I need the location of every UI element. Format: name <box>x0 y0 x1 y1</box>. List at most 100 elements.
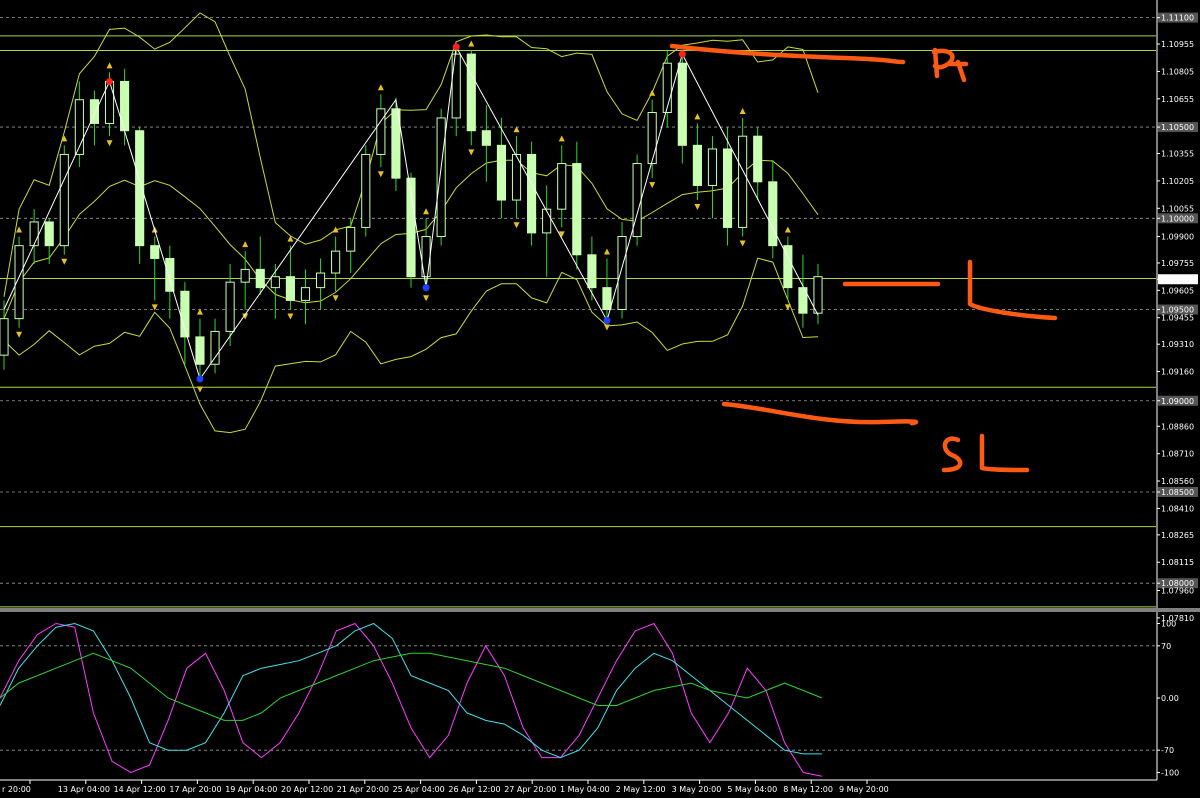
swing-point-marker <box>603 316 611 324</box>
price-tick-label: 1.11100 <box>1161 14 1194 23</box>
candle-body <box>346 226 356 252</box>
price-tick-label: 1.09666 <box>1161 275 1194 284</box>
price-tick-label: 1.08710 <box>1161 450 1194 459</box>
fractal-up-arrow <box>784 226 791 233</box>
fractal-down-arrow <box>106 140 113 147</box>
fractal-down-arrow <box>287 313 294 320</box>
fractal-up-arrow <box>739 107 746 114</box>
fractal-down-arrow <box>649 182 656 189</box>
candle-body <box>602 287 612 311</box>
price-tick-label: 1.09900 <box>1161 233 1194 242</box>
time-tick-label: 26 Apr 12:00 <box>448 785 500 794</box>
panel-separator <box>0 608 1200 612</box>
time-tick-label: 17 Apr 20:00 <box>169 785 221 794</box>
candle-body <box>481 130 491 146</box>
time-tick-label: 3 May 20:00 <box>672 785 722 794</box>
oscillator-line-0 <box>0 622 823 777</box>
time-tick-label: 19 Apr 04:00 <box>225 785 277 794</box>
candle-body <box>572 163 582 256</box>
price-tick-label: 1.09000 <box>1161 397 1194 406</box>
price-tick-label: 1.07960 <box>1161 587 1194 596</box>
fractal-down-arrow <box>332 295 339 302</box>
fractal-down-arrow <box>739 240 746 247</box>
candle-body <box>255 268 265 289</box>
price-tick-label: 1.08500 <box>1161 488 1194 497</box>
candle-body <box>210 330 220 365</box>
price-tick-label: 1.10655 <box>1161 95 1194 104</box>
fractal-down-arrow <box>603 324 610 331</box>
time-tick-label: 25 Apr 04:00 <box>393 785 445 794</box>
time-tick-label: 9 May 20:00 <box>839 785 889 794</box>
annotation-PT-glyph <box>931 47 969 83</box>
candle-body <box>496 144 507 201</box>
swing-point-marker <box>452 43 460 51</box>
oscillator-line-2 <box>0 652 823 721</box>
candle-body <box>542 208 552 234</box>
price-tick-label: 1.10955 <box>1161 40 1194 49</box>
time-tick-label: 13 Apr 04:00 <box>58 785 110 794</box>
price-tick-label: 1.10000 <box>1161 214 1194 223</box>
candle-body <box>707 148 718 186</box>
candle-body <box>617 236 627 311</box>
fractal-up-arrow <box>377 84 384 91</box>
candle-body <box>436 117 446 238</box>
oscillator-tick-label: -70 <box>1161 746 1174 755</box>
time-tick-label: 2 May 12:00 <box>616 785 666 794</box>
swing-point-marker <box>422 284 430 292</box>
price-tick-label: 1.08560 <box>1161 477 1194 486</box>
take-profit-stroke <box>669 43 906 65</box>
oscillator-line-1 <box>0 622 822 759</box>
swing-point-marker <box>678 50 686 58</box>
candle-body <box>722 148 733 228</box>
price-tick-label: 1.10355 <box>1161 150 1194 159</box>
candle-body <box>753 135 763 183</box>
candle-body <box>466 53 476 132</box>
candle-body <box>0 318 9 356</box>
candle-body <box>677 62 687 146</box>
time-tick-label: 20 Apr 12:00 <box>281 785 333 794</box>
candle-body <box>587 254 597 289</box>
fractal-up-arrow <box>242 241 249 248</box>
price-tick-label: 1.09455 <box>1161 314 1194 323</box>
oscillator-panel[interactable] <box>0 622 1156 777</box>
fractal-up-arrow <box>649 89 656 96</box>
candle-body <box>195 336 205 365</box>
fractal-down-arrow <box>513 222 520 229</box>
candle-body <box>527 153 537 234</box>
fractal-down-arrow <box>196 386 203 393</box>
candle-body <box>29 221 39 247</box>
price-tick-label: 1.09755 <box>1161 259 1194 268</box>
fractal-down-arrow <box>423 295 430 302</box>
candle-body <box>270 276 280 289</box>
price-tick-label: 1.10055 <box>1161 204 1194 213</box>
candle-body <box>813 276 823 314</box>
fractal-up-arrow <box>106 62 113 69</box>
candle-body <box>285 276 295 301</box>
fractal-down-arrow <box>377 171 384 178</box>
swing-point-marker <box>106 77 114 85</box>
fractal-down-arrow <box>784 304 791 311</box>
oscillator-tick-label: 0.00 <box>1161 694 1179 703</box>
time-axis: r 20:00 13 Apr 04:00 14 Apr 12:00 17 Apr 20… <box>0 779 1157 794</box>
fractal-down-arrow <box>694 204 701 211</box>
price-axis: 1.11100 1.10955 1.10805 1.10655 1.10500 1.103… <box>1156 0 1198 780</box>
trading-chart[interactable]: 1.11100 1.10955 1.10805 1.10655 1.10500 1.103… <box>0 0 1200 798</box>
price-tick-label: 1.08860 <box>1161 422 1194 431</box>
fractal-up-arrow <box>694 113 701 120</box>
candle-body <box>331 250 341 274</box>
time-tick-label: 27 Apr 20:00 <box>504 785 556 794</box>
time-tick-label: 14 Apr 12:00 <box>114 785 166 794</box>
time-tick-label: 8 May 12:00 <box>783 785 833 794</box>
candle-body <box>240 268 250 283</box>
candle-body <box>662 62 672 113</box>
annotation-SL-glyph <box>941 433 1030 473</box>
price-tick-label: 1.08115 <box>1161 558 1194 567</box>
candle-body <box>315 272 326 289</box>
swing-point-marker <box>196 375 204 383</box>
candle-body <box>692 144 702 186</box>
price-tick-label: 1.10205 <box>1161 177 1194 186</box>
candle-body <box>59 153 69 247</box>
fractal-up-arrow <box>468 40 475 47</box>
time-tick-label: 5 May 04:00 <box>727 785 777 794</box>
price-tick-label: 1.09605 <box>1161 286 1194 295</box>
